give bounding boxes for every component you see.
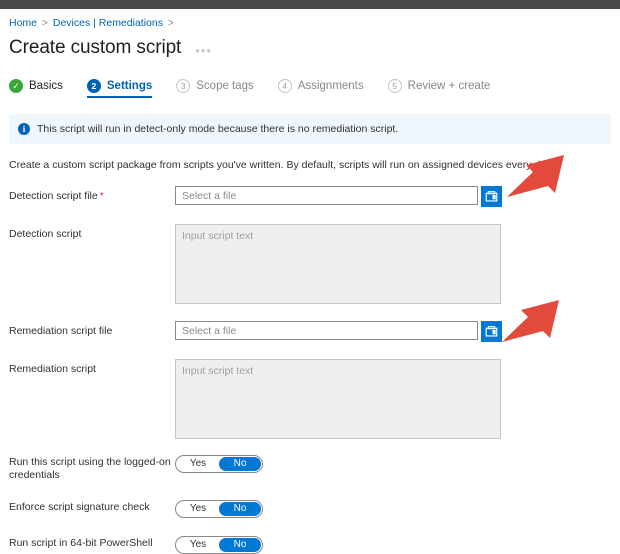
tab-basics-label: Basics (29, 80, 63, 92)
wizard-tabs: ✓ Basics 2 Settings 3 Scope tags 4 Assig… (0, 59, 620, 98)
tab-review-create[interactable]: 5 Review + create (387, 79, 505, 98)
detection-script-textarea[interactable] (175, 224, 501, 304)
step-number-4-icon: 4 (277, 79, 292, 93)
detection-script-file-label-text: Detection script file (9, 190, 98, 202)
breadcrumb-item-devices-remediations[interactable]: Devices | Remediations (53, 17, 163, 29)
breadcrumb-item-home[interactable]: Home (9, 17, 37, 29)
remediation-file-input-group (175, 321, 502, 342)
step-number-5-icon: 5 (387, 79, 402, 93)
signature-check-label: Enforce script signature check (9, 501, 150, 513)
toggle-option-no[interactable]: No (219, 457, 261, 471)
step-number-2-icon: 2 (86, 79, 101, 93)
field-detection-script: Detection script (9, 224, 620, 304)
field-detection-script-file: Detection script file * (9, 186, 620, 207)
tab-settings[interactable]: 2 Settings (86, 79, 166, 98)
more-options-icon[interactable]: ••• (195, 40, 212, 57)
step-number-3-icon: 3 (176, 79, 191, 93)
remediation-script-file-label: Remediation script file (9, 325, 113, 337)
tab-assignments-label: Assignments (297, 80, 364, 92)
field-remediation-script-file: Remediation script file (9, 321, 620, 342)
detection-script-label: Detection script (9, 228, 82, 240)
detection-file-input-group (175, 186, 502, 207)
remediation-script-textarea[interactable] (175, 359, 501, 439)
toggle-option-yes[interactable]: Yes (177, 538, 219, 552)
tab-review-create-label: Review + create (407, 80, 491, 92)
page-content: Home > Devices | Remediations > Create cust… (0, 9, 620, 554)
folder-browse-icon (485, 191, 498, 202)
required-asterisk: * (99, 190, 104, 202)
breadcrumb: Home > Devices | Remediations > (0, 9, 620, 30)
remediation-file-browse-button[interactable] (481, 321, 502, 342)
toggle-row-logged-on-credentials: Run this script using the logged-on cred… (9, 455, 620, 482)
detection-file-browse-button[interactable] (481, 186, 502, 207)
tab-settings-label: Settings (106, 80, 153, 92)
info-banner-text: This script will run in detect-only mode… (37, 123, 399, 135)
settings-form: Detection script file* Detection script (0, 186, 620, 554)
detection-script-file-label: Detection script file * (9, 186, 175, 203)
info-banner: i This script will run in detect-only mo… (9, 114, 611, 144)
portal-top-bar (0, 0, 620, 9)
toggle-option-no[interactable]: No (219, 538, 261, 552)
remediation-script-file-input[interactable] (175, 321, 478, 340)
check-icon: ✓ (9, 79, 23, 93)
breadcrumb-separator-1: > (42, 18, 48, 29)
64bit-powershell-toggle[interactable]: Yes No (175, 536, 263, 554)
toggle-row-64bit-powershell: Run script in 64-bit PowerShell Yes No (9, 536, 620, 554)
breadcrumb-separator-2: > (167, 18, 174, 29)
tab-basics[interactable]: ✓ Basics (9, 79, 77, 98)
detection-script-file-input[interactable] (175, 186, 478, 205)
tab-assignments[interactable]: 4 Assignments (277, 79, 378, 98)
page-description: Create a custom script package from scri… (9, 159, 554, 171)
logged-on-credentials-label: Run this script using the logged-on cred… (9, 456, 171, 481)
toggle-option-yes[interactable]: Yes (177, 502, 219, 516)
page-title: Create custom script (9, 37, 182, 58)
64bit-powershell-label: Run script in 64-bit PowerShell (9, 537, 153, 549)
remediation-script-label: Remediation script (9, 363, 96, 375)
signature-check-toggle[interactable]: Yes No (175, 500, 263, 518)
page-title-row: Create custom script ••• (0, 30, 620, 59)
tab-scope-tags[interactable]: 3 Scope tags (176, 79, 268, 98)
logged-on-credentials-toggle[interactable]: Yes No (175, 455, 263, 473)
field-remediation-script: Remediation script (9, 359, 620, 439)
folder-browse-icon (485, 326, 498, 337)
toggle-option-no[interactable]: No (219, 502, 261, 516)
toggle-option-yes[interactable]: Yes (177, 457, 219, 471)
info-icon: i (18, 123, 30, 135)
tab-scope-tags-label: Scope tags (196, 80, 254, 92)
toggle-row-signature-check: Enforce script signature check Yes No (9, 500, 620, 518)
